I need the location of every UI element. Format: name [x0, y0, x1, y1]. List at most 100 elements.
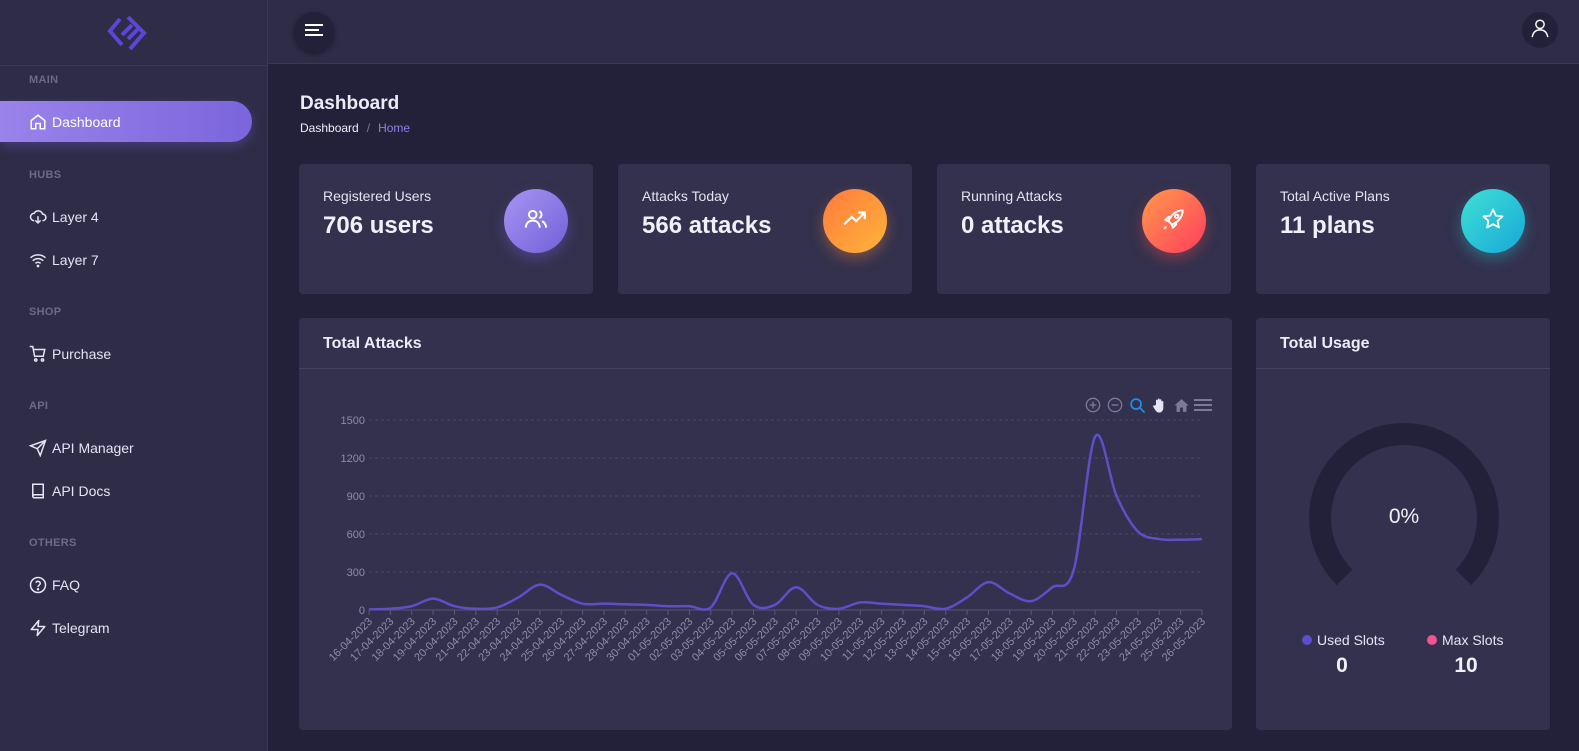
x-tick-label: 20-05-2023 [1032, 616, 1080, 664]
x-tick-label: 19-04-2023 [391, 616, 439, 664]
stat-card-running-attacks: Running Attacks 0 attacks [937, 164, 1231, 294]
x-tick-label: 16-04-2023 [327, 616, 375, 664]
sidebar-item-api-docs[interactable]: API Docs [0, 470, 252, 511]
y-tick-label: 1200 [341, 453, 365, 465]
logo[interactable] [0, 0, 267, 66]
gauge-value-label: 0% [1389, 505, 1419, 528]
x-tick-label: 25-05-2023 [1138, 616, 1186, 664]
x-tick-label: 12-05-2023 [861, 616, 909, 664]
x-tick-label: 05-05-2023 [711, 616, 759, 664]
sidebar-item-label: API Docs [52, 482, 111, 499]
zoom-out-icon[interactable] [1106, 396, 1124, 414]
panel-title: Total Attacks [323, 335, 422, 352]
menu-toggle-button[interactable] [294, 12, 334, 52]
sidebar-item-dashboard[interactable]: Dashboard [0, 101, 252, 142]
legend-used-slots[interactable]: Used Slots [1302, 632, 1385, 648]
x-tick-label: 21-05-2023 [1053, 616, 1101, 664]
x-tick-label: 08-05-2023 [775, 616, 823, 664]
legend-dot-max [1427, 635, 1437, 645]
x-tick-label: 15-05-2023 [925, 616, 973, 664]
stat-label: Total Active Plans [1280, 188, 1390, 204]
user-icon [1529, 17, 1551, 44]
sidebar-item-purchase[interactable]: Purchase [0, 333, 252, 374]
legend-max-slots[interactable]: Max Slots [1427, 632, 1503, 648]
chart-toolbar [1084, 396, 1212, 414]
menu-icon [305, 23, 323, 42]
home-icon [28, 112, 48, 132]
stat-value: 706 users [323, 212, 434, 239]
section-label-hubs: HUBS [29, 169, 62, 181]
x-tick-label: 11-05-2023 [840, 616, 888, 664]
cloud-download-icon [28, 207, 48, 227]
x-tick-label: 22-04-2023 [455, 616, 503, 664]
x-tick-label: 27-04-2023 [562, 616, 610, 664]
x-tick-label: 03-05-2023 [669, 616, 717, 664]
page-title: Dashboard [300, 93, 400, 114]
wifi-icon [28, 250, 48, 270]
x-tick-label: 04-05-2023 [690, 616, 738, 664]
sidebar-item-faq[interactable]: FAQ [0, 564, 252, 605]
reset-home-icon[interactable] [1172, 396, 1190, 414]
x-tick-label: 18-04-2023 [370, 616, 418, 664]
x-tick-label: 20-04-2023 [412, 616, 460, 664]
x-tick-label: 17-04-2023 [348, 616, 396, 664]
x-tick-label: 28-04-2023 [583, 616, 631, 664]
rocket-icon [1161, 206, 1187, 237]
x-tick-label: 30-04-2023 [605, 616, 653, 664]
stat-card-total-active-plans: Total Active Plans 11 plans [1256, 164, 1550, 294]
legend-label: Used Slots [1317, 632, 1385, 648]
x-tick-label: 07-05-2023 [754, 616, 802, 664]
zoom-in-icon[interactable] [1084, 396, 1102, 414]
x-tick-label: 25-04-2023 [519, 616, 567, 664]
x-tick-label: 10-05-2023 [818, 616, 866, 664]
zoom-select-icon[interactable] [1128, 396, 1146, 414]
legend-dot-used [1302, 635, 1312, 645]
sidebar-item-label: FAQ [52, 576, 81, 593]
users-icon [523, 206, 549, 237]
section-label-api: API [29, 400, 49, 412]
shopping-cart-icon [28, 344, 48, 364]
total-attacks-chart: 03006009001200150016-04-202317-04-202318… [327, 415, 1208, 664]
x-tick-label: 24-04-2023 [498, 616, 546, 664]
x-tick-label: 13-05-2023 [882, 616, 930, 664]
send-icon [28, 438, 48, 458]
breadcrumb-separator: / [366, 121, 371, 135]
breadcrumb-item-home[interactable]: Home [378, 121, 410, 135]
usage-gauge: 0% [1309, 423, 1499, 586]
y-tick-label: 300 [347, 567, 365, 579]
x-tick-label: 01-05-2023 [626, 616, 674, 664]
chart-menu-icon[interactable] [1194, 396, 1212, 414]
sidebar-item-layer-4[interactable]: Layer 4 [0, 196, 252, 237]
x-tick-label: 23-05-2023 [1096, 616, 1144, 664]
x-tick-label: 26-04-2023 [540, 616, 588, 664]
x-tick-label: 23-04-2023 [476, 616, 524, 664]
user-menu-button[interactable] [1522, 12, 1558, 48]
book-icon [28, 481, 48, 501]
sidebar-item-api-manager[interactable]: API Manager [0, 427, 252, 468]
pan-hand-icon[interactable] [1150, 396, 1168, 414]
sidebar-item-label: Layer 7 [52, 251, 99, 268]
sidebar-item-label: Telegram [52, 619, 110, 636]
top-bar [268, 0, 1579, 64]
sidebar-item-label: Purchase [52, 345, 112, 362]
series-line [368, 433, 1203, 611]
total-attacks-panel: Total Attacks 0 300 600 900 1200 1500 16-04-20… [299, 318, 1232, 730]
sidebar-item-label: API Manager [52, 439, 134, 456]
legend-value-max: 10 [1454, 654, 1478, 677]
sidebar-item-telegram[interactable]: Telegram [0, 607, 252, 648]
breadcrumb-item-dashboard[interactable]: Dashboard [300, 121, 359, 135]
sidebar-item-label: Dashboard [52, 113, 121, 130]
sidebar-item-label: Layer 4 [52, 208, 99, 225]
legend-value-used: 0 [1336, 654, 1348, 677]
total-usage-panel: Total Usage 0% Used Slots 0 Max Slots 10 [1256, 318, 1550, 730]
y-tick-label: 1500 [341, 415, 365, 427]
x-tick-label: 24-05-2023 [1117, 616, 1165, 664]
star-icon [1481, 207, 1505, 236]
breadcrumb: Dashboard / Home [300, 121, 410, 135]
stat-icon-badge [1142, 189, 1206, 253]
sidebar-item-layer-7[interactable]: Layer 7 [0, 239, 252, 280]
y-tick-label: 0 [359, 605, 365, 617]
stat-value: 566 attacks [642, 212, 772, 239]
stat-label: Running Attacks [961, 188, 1063, 204]
x-tick-label: 06-05-2023 [733, 616, 781, 664]
